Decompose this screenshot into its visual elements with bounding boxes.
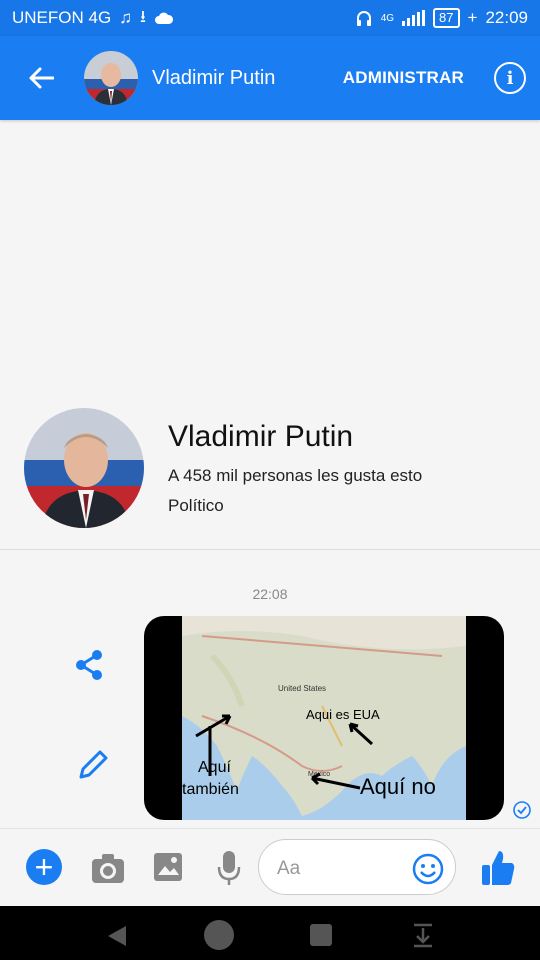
mic-icon[interactable] [216, 849, 242, 887]
profile-likes: A 458 mil personas les gusta esto [168, 466, 423, 485]
nav-notification-pull-icon[interactable] [412, 922, 434, 948]
status-bar: UNEFON 4G ♫ ⭳ 4G 87 + 22:09 [0, 0, 540, 36]
annotation-aqui-tambien-line2: también [182, 781, 239, 798]
gallery-icon[interactable] [152, 851, 184, 883]
battery-level: 87 [433, 8, 460, 28]
network-type-label: 4G [380, 12, 395, 24]
thumbs-up-icon[interactable] [480, 847, 516, 887]
app-bar: Vladimir Putin ADMINISTRAR i [0, 36, 540, 120]
android-navigation-bar [0, 906, 540, 960]
map-label-united-states: United States [278, 684, 326, 693]
profile-category: Político [168, 496, 224, 515]
signal-icon [402, 10, 426, 26]
message-input-placeholder: Aa [277, 858, 301, 879]
composer: + Aa [0, 828, 540, 906]
info-button[interactable]: i [494, 62, 526, 94]
cloud-icon [154, 12, 173, 24]
headphones-icon [356, 11, 371, 26]
share-button[interactable] [72, 648, 106, 682]
header-avatar[interactable] [84, 51, 138, 105]
back-button[interactable] [14, 51, 68, 105]
download-icon: ⭳ [139, 6, 146, 26]
share-icon [76, 650, 102, 680]
header-title[interactable]: Vladimir Putin [152, 67, 343, 90]
nav-recent-apps-icon[interactable] [310, 924, 332, 946]
music-icon: ♫ [119, 8, 132, 27]
plus-icon: + [34, 849, 54, 885]
map-image: United States Mexico Aqui es EUA Aquí ta… [182, 616, 466, 820]
back-arrow-icon [29, 67, 54, 89]
profile-card: Vladimir Putin A 458 mil personas les gu… [0, 400, 540, 550]
charging-icon: + [467, 8, 478, 27]
edit-button[interactable] [76, 748, 110, 782]
profile-name: Vladimir Putin [168, 420, 354, 453]
profile-avatar[interactable] [24, 408, 144, 528]
annotation-aqui-no: Aquí no [360, 774, 436, 799]
seen-check-icon [513, 801, 531, 819]
nav-back-icon[interactable] [104, 924, 128, 948]
nav-home-icon[interactable] [204, 920, 234, 950]
info-icon: i [506, 67, 514, 89]
image-message[interactable]: United States Mexico Aqui es EUA Aquí ta… [144, 616, 504, 820]
annotation-aqui-tambien-line1: Aquí [198, 759, 231, 776]
carrier-label: UNEFON 4G [12, 8, 112, 27]
message-timestamp: 22:08 [252, 586, 288, 602]
annotation-aqui-es-eua: Aqui es EUA [306, 707, 380, 722]
plus-button[interactable]: + [26, 849, 62, 885]
emoji-icon[interactable] [412, 853, 444, 885]
clock: 22:09 [485, 8, 528, 27]
edit-icon [79, 750, 108, 779]
administrar-button[interactable]: ADMINISTRAR [343, 68, 464, 88]
camera-icon[interactable] [90, 851, 126, 885]
